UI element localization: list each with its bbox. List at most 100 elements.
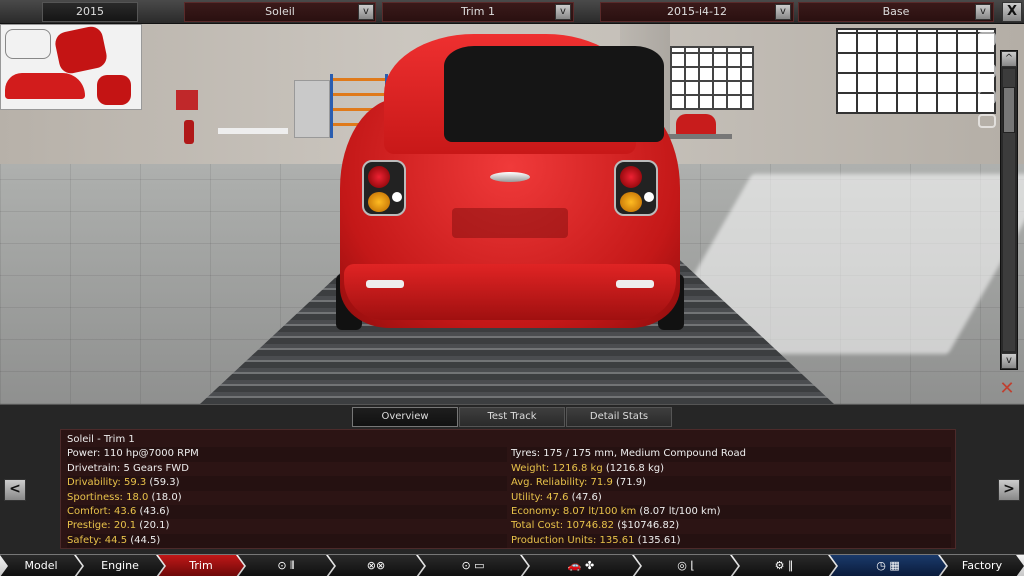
engine-select-label: 2015-i4-12 (667, 5, 727, 18)
nav-chassis[interactable]: ⊙ ▭ (418, 555, 528, 576)
stat-extra: (8.07 lt/100 km) (636, 505, 721, 517)
nav-test-track[interactable]: ◷ ▦ (830, 555, 946, 576)
nav-interior[interactable]: ◎ ⌊ (634, 555, 738, 576)
reflector-right (616, 280, 654, 288)
nav-wheels[interactable]: ⊗⊗ (328, 555, 424, 576)
model-car-on-table (676, 114, 716, 136)
stat-value: Drivability: 59.3 (67, 477, 147, 489)
stat-extra: (135.61) (634, 534, 681, 546)
variant-dropdown-button[interactable]: v (975, 4, 991, 20)
fire-extinguisher (184, 120, 194, 144)
stat-text: Soleil - Trim 1 (67, 434, 135, 445)
gearbox-icon: ⊙ ⫴ (277, 559, 295, 572)
nav-model[interactable]: Model (0, 555, 82, 576)
variant-select[interactable]: Base (798, 2, 994, 22)
tab-detail-stats[interactable]: Detail Stats (566, 407, 672, 427)
car-sketch-poster (0, 24, 142, 110)
trim-dropdown-button[interactable]: v (555, 4, 571, 20)
stat-value: Utility: 47.6 (511, 491, 569, 503)
stat-production-units: Production Units: 135.61 (135.61) (511, 533, 951, 549)
stat-value: Total Cost: 10746.82 (511, 520, 615, 532)
model-select[interactable]: Soleil (184, 2, 376, 22)
nav-engine[interactable]: Engine (76, 555, 164, 576)
interior-icon: ◎ ⌊ (677, 559, 695, 572)
stat-title: Soleil - Trim 1 (67, 433, 507, 447)
trim-select[interactable]: Trim 1 (382, 2, 574, 22)
car-3d-viewport[interactable]: ^ v ✕ (0, 24, 1024, 404)
body-fan-icon: 🚗 ✤ (567, 559, 595, 572)
car-model[interactable] (336, 34, 684, 334)
view-scrollbar[interactable]: ^ v (1000, 50, 1018, 370)
chassis-icon: ⊙ ▭ (461, 559, 485, 572)
car-emblem (490, 172, 530, 182)
rear-bumper (344, 264, 676, 320)
scroll-thumb[interactable] (1003, 87, 1015, 133)
tools-icon[interactable]: ✕ (998, 380, 1016, 398)
zoom-view-icon[interactable] (978, 90, 996, 104)
nav-body[interactable]: 🚗 ✤ (522, 555, 640, 576)
garage-window-right (836, 28, 996, 114)
stat-value: Safety: 44.5 (67, 534, 128, 546)
stat-drivability: Drivability: 59.3 (59.3) (67, 476, 507, 491)
stat-extra: (20.1) (136, 520, 170, 532)
license-plate-recess (452, 208, 568, 238)
stat-weight: Weight: 1216.8 kg (1216.8 kg) (511, 462, 951, 476)
stat-extra: (1216.8 kg) (602, 462, 664, 474)
stat-value: Economy: 8.07 lt/100 km (511, 505, 637, 517)
model-dropdown-button[interactable]: v (358, 4, 374, 20)
stat-sportiness: Sportiness: 18.0 (18.0) (67, 491, 507, 505)
wall-sign (176, 90, 198, 110)
close-button[interactable]: X (1002, 2, 1022, 22)
stat-prestige: Prestige: 20.1 (20.1) (67, 519, 507, 533)
stat-safety: Safety: 44.5 (44.5) (67, 533, 507, 549)
nav-gearbox[interactable]: ⊙ ⫴ (238, 555, 334, 576)
stat-power: Power: 110 hp@7000 RPM (67, 447, 507, 462)
previous-button[interactable]: < (4, 479, 26, 501)
workbench-left (218, 128, 288, 134)
next-button[interactable]: > (998, 479, 1020, 501)
stat-extra: (18.0) (148, 491, 182, 503)
garage-window-middle (670, 46, 754, 110)
reset-view-icon[interactable] (978, 114, 996, 128)
stat-utility: Utility: 47.6 (47.6) (511, 491, 951, 505)
stat-drivetrain: Drivetrain: 5 Gears FWD (67, 462, 507, 476)
nav-trim[interactable]: Trim (158, 555, 244, 576)
stat-extra: (47.6) (568, 491, 602, 503)
variant-select-label: Base (882, 5, 910, 18)
stat-value: Prestige: 20.1 (67, 520, 137, 532)
stat-blank (511, 433, 951, 447)
stat-value: Sportiness: 18.0 (67, 491, 149, 503)
engine-dropdown-button[interactable]: v (775, 4, 791, 20)
info-tabs: Overview Test Track Detail Stats (352, 407, 672, 427)
stat-reliability: Avg. Reliability: 71.9 (71.9) (511, 476, 951, 491)
taillight-left (362, 160, 406, 216)
nav-factory[interactable]: Factory (940, 555, 1024, 576)
scroll-up-button[interactable]: ^ (1001, 51, 1017, 67)
stat-value: Weight: 1216.8 kg (511, 462, 603, 474)
year-field[interactable]: 2015 (42, 2, 138, 22)
wheels-icon: ⊗⊗ (366, 559, 386, 572)
tab-test-track[interactable]: Test Track (459, 407, 565, 427)
stat-value: Avg. Reliability: 71.9 (511, 477, 613, 489)
suspension-icon: ⚙ ∥ (774, 559, 794, 572)
stats-table: Soleil - Trim 1 Power: 110 hp@7000 RPM D… (60, 429, 956, 549)
test-track-icon: ◷ ▦ (876, 559, 900, 572)
scroll-down-button[interactable]: v (1001, 353, 1017, 369)
stat-total-cost: Total Cost: 10746.82 ($10746.82) (511, 519, 951, 533)
stats-column-left: Soleil - Trim 1 Power: 110 hp@7000 RPM D… (67, 433, 507, 549)
engine-select[interactable]: 2015-i4-12 (600, 2, 794, 22)
stat-extra: (43.6) (136, 505, 170, 517)
bottom-navigation: Model Engine Trim ⊙ ⫴ ⊗⊗ ⊙ ▭ 🚗 ✤ ◎ ⌊ ⚙ ∥… (0, 554, 1024, 576)
nav-suspension[interactable]: ⚙ ∥ (732, 555, 836, 576)
taillight-right (614, 160, 658, 216)
info-panel: Overview Test Track Detail Stats < Solei… (0, 404, 1024, 554)
reflector-left (366, 280, 404, 288)
stat-economy: Economy: 8.07 lt/100 km (8.07 lt/100 km) (511, 504, 951, 520)
storage-rack (294, 80, 330, 138)
tab-overview[interactable]: Overview (352, 407, 458, 427)
stat-text: Drivetrain: 5 Gears FWD (67, 462, 189, 474)
trim-select-label: Trim 1 (461, 5, 495, 18)
camera-view-icon[interactable] (978, 32, 996, 46)
top-bar: 2015 Soleil v Trim 1 v 2015-i4-12 v Base… (0, 0, 1024, 24)
rotate-view-icon[interactable] (978, 64, 996, 78)
